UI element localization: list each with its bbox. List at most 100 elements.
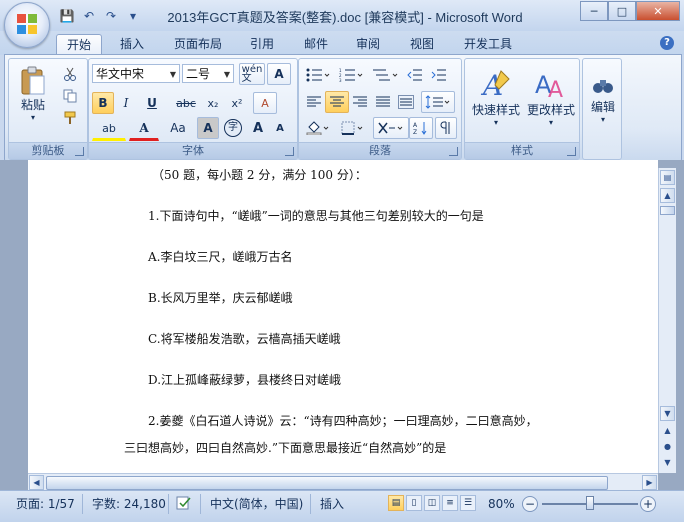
align-left-icon — [307, 96, 321, 107]
ruler-toggle-icon[interactable]: ▤ — [660, 170, 675, 185]
change-styles-button[interactable]: AA 更改样式 ▾ — [523, 61, 579, 133]
underline-button[interactable]: U — [138, 92, 166, 114]
svg-text:Z: Z — [413, 129, 417, 135]
scroll-left-icon[interactable]: ◀ — [29, 475, 44, 490]
numbering-button[interactable]: 123 — [335, 64, 367, 86]
asian-layout-button[interactable] — [373, 117, 409, 139]
format-painter-icon[interactable] — [59, 107, 81, 129]
tab-view[interactable]: 视图 — [400, 34, 444, 54]
draft-view-icon[interactable]: ☰ — [460, 495, 476, 511]
decrease-indent-button[interactable] — [403, 64, 427, 86]
italic-button[interactable]: I — [115, 92, 137, 114]
font-group-label: 字体 — [89, 142, 297, 159]
justify-button[interactable] — [371, 91, 395, 113]
clipboard-launcher-icon[interactable] — [75, 147, 84, 156]
horizontal-scrollbar[interactable]: ◀ ▶ — [28, 473, 658, 491]
scroll-down-icon[interactable]: ▼ — [660, 406, 675, 421]
copy-icon[interactable] — [59, 85, 81, 107]
phonetic-guide-button[interactable]: wén 文 — [239, 63, 265, 85]
character-shading-button[interactable]: A — [197, 117, 219, 139]
font-size-combo[interactable]: 二号 ▼ — [182, 64, 234, 83]
text-highlight-button[interactable]: ab — [92, 117, 126, 141]
character-border-button[interactable]: A — [267, 63, 291, 85]
tab-developer[interactable]: 开发工具 — [456, 34, 520, 54]
editing-group: 编辑 ▾ — [582, 58, 622, 160]
font-name-combo[interactable]: 华文中宋 ▼ — [92, 64, 180, 83]
web-layout-view-icon[interactable]: ◫ — [424, 495, 440, 511]
paint-bucket-icon — [306, 121, 329, 135]
full-screen-reading-view-icon[interactable]: ▯ — [406, 495, 422, 511]
styles-launcher-icon[interactable] — [567, 147, 576, 156]
page-indicator[interactable]: 页面: 1/57 — [16, 495, 75, 513]
quick-styles-label: 快速样式 — [471, 103, 520, 117]
vertical-scroll-thumb[interactable] — [660, 206, 675, 215]
browse-object-icon[interactable]: ● — [660, 440, 675, 455]
change-case-button[interactable]: Aa — [161, 117, 195, 139]
enclose-characters-button[interactable]: 字 — [221, 117, 245, 139]
superscript-button[interactable]: x² — [225, 92, 249, 114]
borders-button[interactable] — [337, 117, 369, 139]
tab-page-layout[interactable]: 页面布局 — [166, 34, 230, 54]
paste-dropdown-icon[interactable]: ▾ — [31, 113, 35, 122]
paragraph-launcher-icon[interactable] — [449, 147, 458, 156]
align-center-button[interactable] — [325, 91, 349, 113]
tab-mailings[interactable]: 邮件 — [294, 34, 338, 54]
paragraph-shading-button[interactable] — [302, 117, 334, 139]
tab-home[interactable]: 开始 — [56, 34, 102, 55]
sort-button[interactable]: AZ — [409, 117, 433, 139]
numbering-icon: 123 — [339, 68, 363, 82]
clear-formatting-button[interactable]: A — [253, 92, 277, 114]
zoom-in-button[interactable]: + — [640, 496, 656, 512]
horizontal-scroll-thumb[interactable] — [46, 476, 608, 490]
paste-button[interactable]: 粘贴 ▾ — [13, 61, 53, 127]
vertical-scrollbar[interactable]: ▤ ▲ ▼ ▲ ● ▼ — [658, 168, 676, 473]
language-indicator[interactable]: 中文(简体，中国) — [210, 495, 303, 513]
office-button[interactable] — [4, 2, 50, 48]
align-center-icon — [330, 96, 344, 107]
zoom-out-button[interactable]: − — [522, 496, 538, 512]
show-marks-button[interactable] — [435, 117, 457, 139]
increase-indent-button[interactable] — [427, 64, 451, 86]
change-styles-label: 更改样式 — [526, 103, 575, 117]
undo-icon[interactable]: ↶ — [80, 8, 98, 24]
tab-review[interactable]: 审阅 — [346, 34, 390, 54]
minimize-button[interactable]: ─ — [580, 1, 608, 21]
word-count[interactable]: 字数: 24,180 — [92, 495, 166, 513]
grow-font-button[interactable]: A — [247, 117, 269, 139]
zoom-level[interactable]: 80% — [488, 495, 515, 513]
next-page-icon[interactable]: ▼ — [660, 456, 675, 471]
align-left-button[interactable] — [302, 91, 326, 113]
strikethrough-button[interactable]: abc — [171, 92, 201, 114]
redo-icon[interactable]: ↷ — [102, 8, 120, 24]
print-layout-view-icon[interactable]: ▤ — [388, 495, 404, 511]
outline-view-icon[interactable]: ≡ — [442, 495, 458, 511]
multilevel-list-button[interactable] — [368, 64, 402, 86]
quick-styles-button[interactable]: A 快速样式 ▾ — [467, 61, 525, 133]
close-button[interactable]: ✕ — [636, 1, 680, 21]
save-icon[interactable]: 💾 — [58, 8, 76, 24]
tab-insert[interactable]: 插入 — [110, 34, 154, 54]
customize-qat-icon[interactable]: ▾ — [124, 8, 142, 24]
proofing-icon[interactable] — [176, 495, 192, 513]
shrink-font-button[interactable]: A — [269, 117, 291, 139]
editing-button[interactable]: 编辑 ▾ — [584, 63, 622, 135]
bullets-button[interactable] — [302, 64, 334, 86]
cut-icon[interactable] — [59, 63, 81, 85]
maximize-button[interactable]: □ — [608, 1, 636, 21]
subscript-button[interactable]: x₂ — [201, 92, 225, 114]
previous-page-icon[interactable]: ▲ — [660, 424, 675, 439]
scroll-right-icon[interactable]: ▶ — [642, 475, 657, 490]
scroll-up-icon[interactable]: ▲ — [660, 188, 675, 203]
font-color-button[interactable]: A — [129, 117, 159, 141]
document-page[interactable]: （50 题，每小题 2 分，满分 100 分）： 1.下面诗句中，“嵯峨”一词的… — [28, 160, 658, 473]
font-group: 华文中宋 ▼ 二号 ▼ wén 文 A B I U abc x₂ x² A ab A… — [88, 58, 298, 160]
line-spacing-button[interactable] — [421, 91, 455, 113]
tab-references[interactable]: 引用 — [240, 34, 284, 54]
help-icon[interactable]: ? — [660, 36, 674, 50]
align-right-button[interactable] — [348, 91, 372, 113]
font-launcher-icon[interactable] — [285, 147, 294, 156]
zoom-slider-thumb[interactable] — [586, 496, 594, 510]
bold-button[interactable]: B — [92, 92, 114, 114]
insert-mode-indicator[interactable]: 插入 — [320, 495, 344, 513]
distributed-button[interactable] — [394, 91, 418, 113]
